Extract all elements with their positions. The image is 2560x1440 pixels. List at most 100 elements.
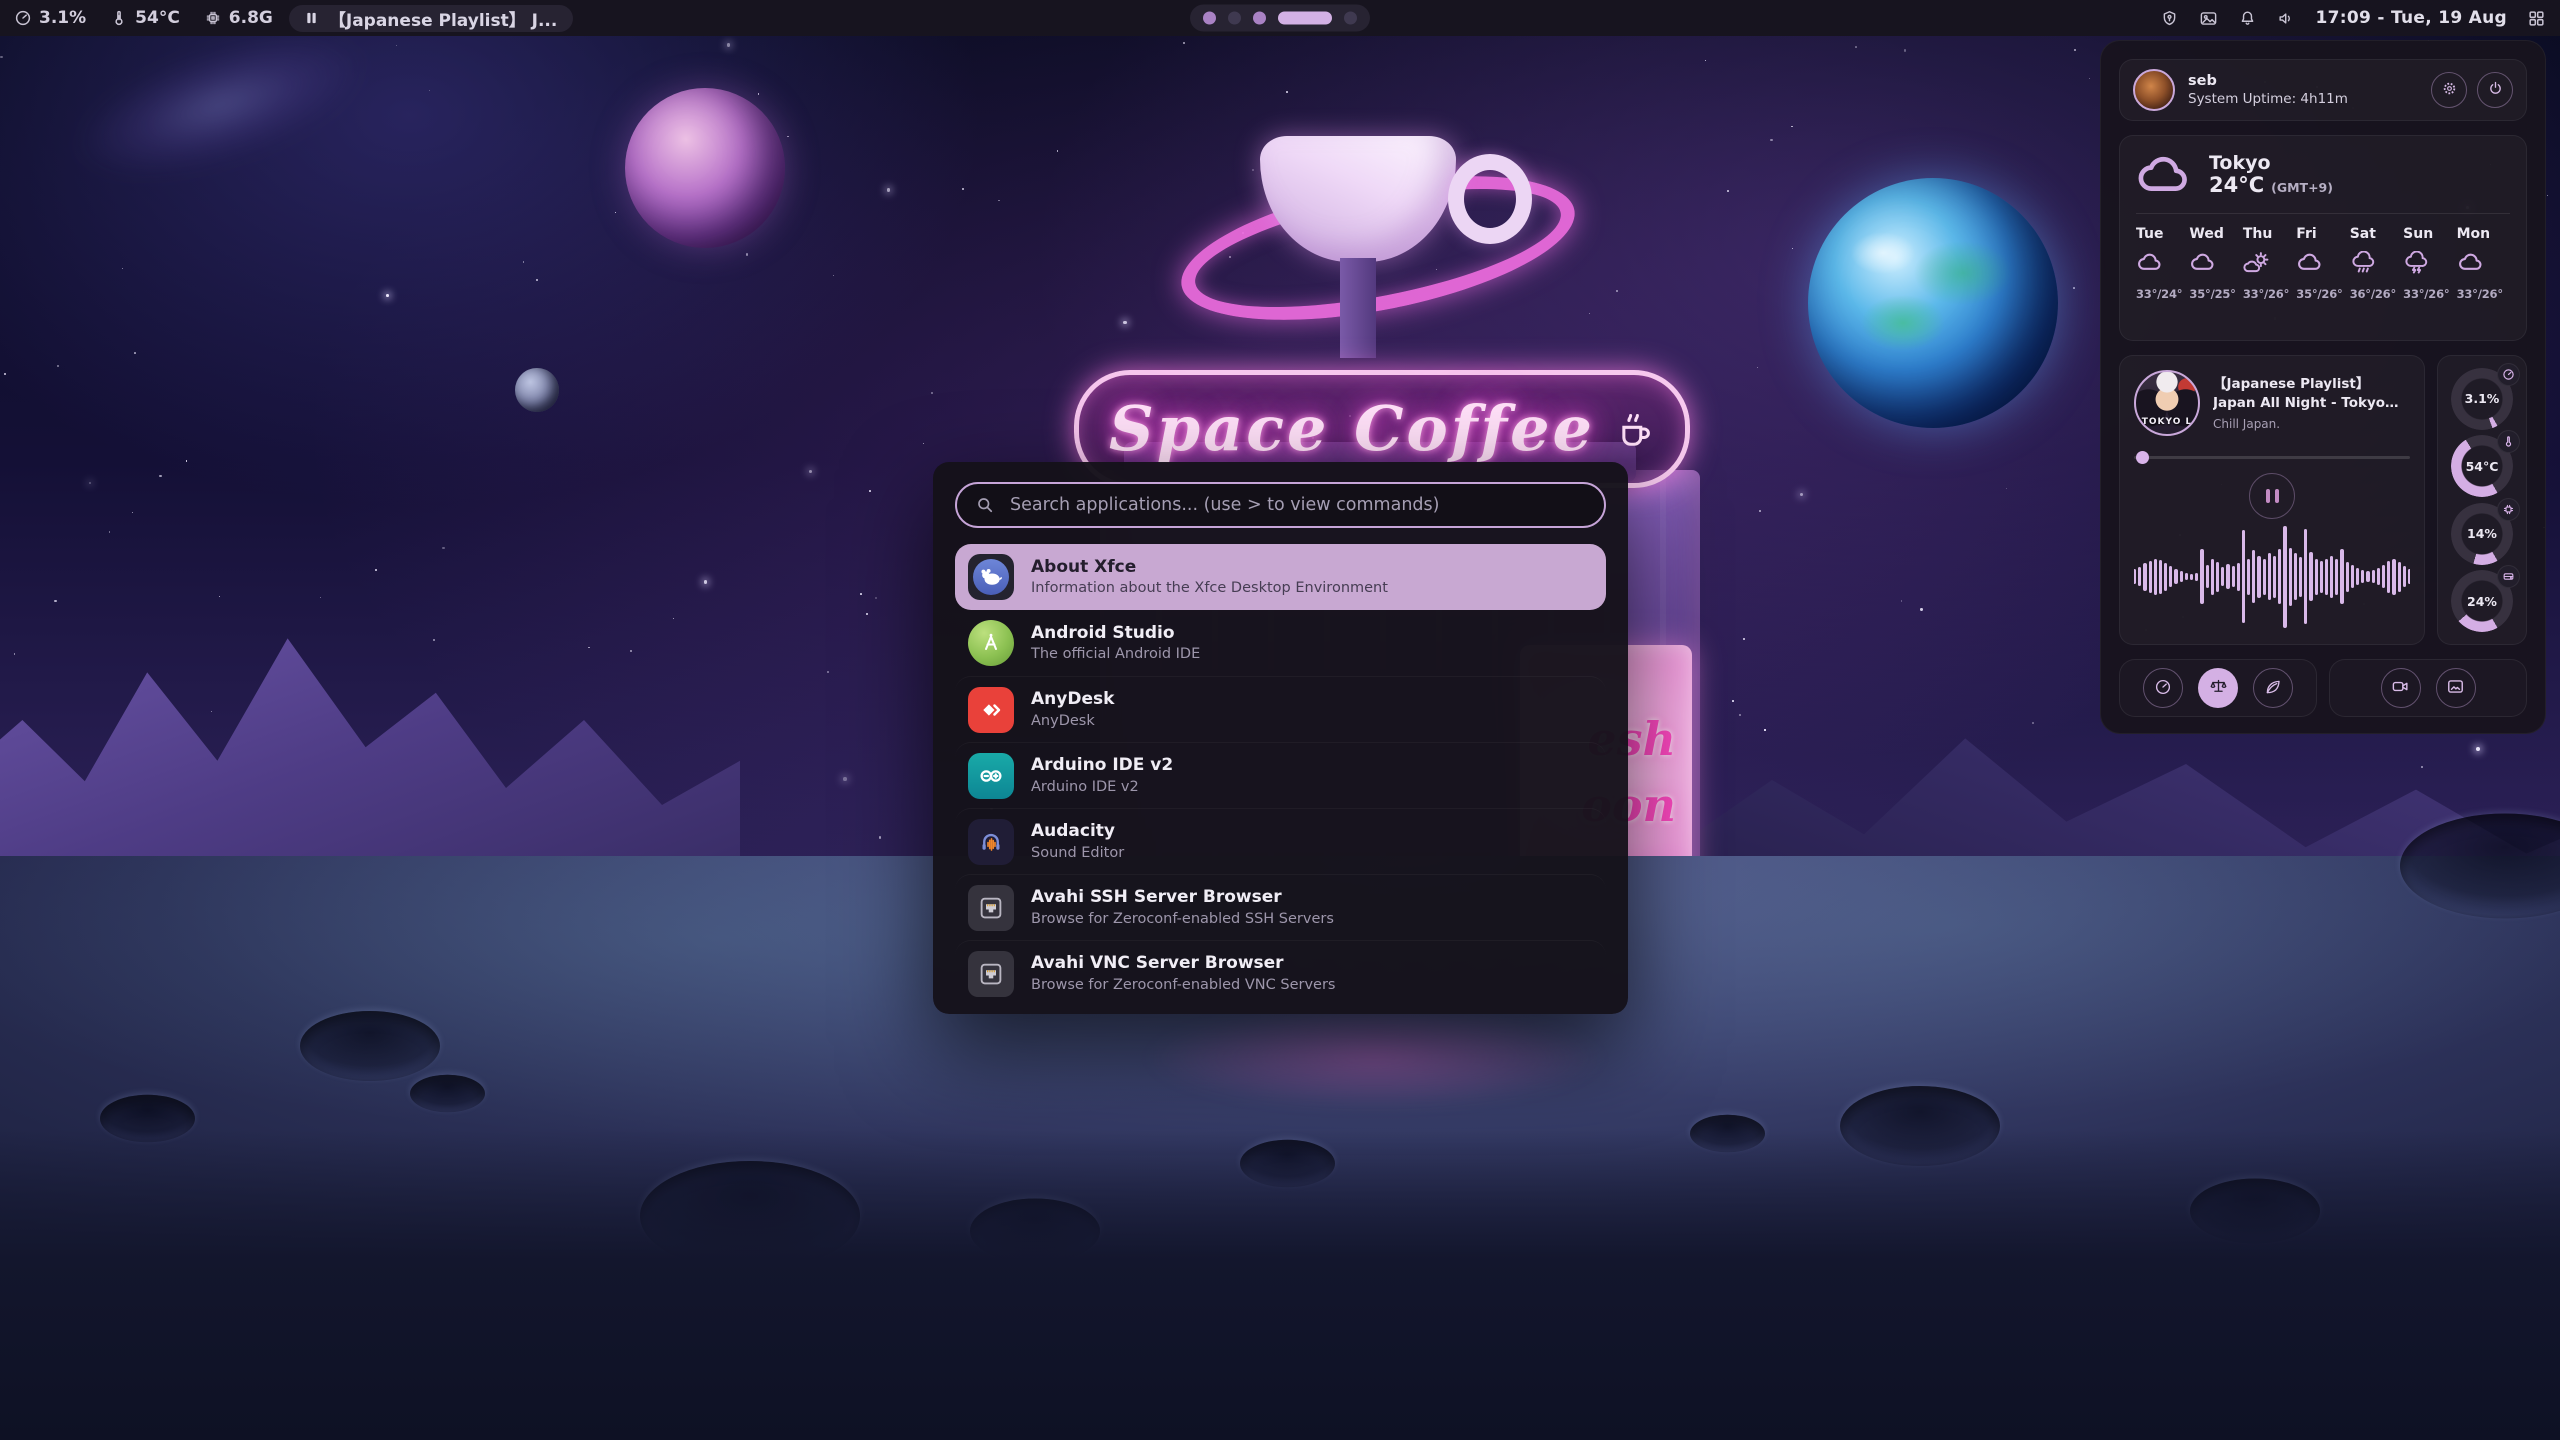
cloud-icon: [2136, 150, 2194, 200]
weather-forecast: Tue 33°/24° Wed 35°/25° Thu 33°/26° Fri: [2136, 226, 2510, 301]
capture-group: [2329, 659, 2527, 717]
app-row-arduino-ide[interactable]: Arduino IDE v2 Arduino IDE v2: [955, 742, 1606, 808]
app-grid-icon[interactable]: [2527, 9, 2546, 28]
coffee-cup-handle: [1448, 154, 1532, 244]
thermometer-icon: [2497, 430, 2520, 453]
workspace-dot-occupied[interactable]: [1203, 12, 1216, 25]
app-row-audacity[interactable]: Audacity Sound Editor: [955, 808, 1606, 874]
workspace-dot-empty[interactable]: [1344, 12, 1357, 25]
profile-performance-button[interactable]: [2143, 668, 2183, 708]
android-studio-icon: [968, 620, 1014, 666]
avatar[interactable]: [2133, 69, 2175, 111]
desktop: Space Coffee esh oon ans: [0, 0, 2560, 1440]
system-uptime: System Uptime: 4h11m: [2188, 91, 2348, 107]
forecast-day: Thu 33°/26°: [2243, 226, 2296, 301]
search-box[interactable]: [955, 482, 1606, 528]
system-gauges: 3.1% 54°C 14%: [2437, 355, 2527, 645]
gauge-disk: 24%: [2451, 570, 2513, 632]
gauge-icon: [2497, 363, 2520, 386]
forecast-day: Sat 36°/26°: [2350, 226, 2403, 301]
profile-balanced-button[interactable]: [2198, 668, 2238, 708]
thermometer-icon: [110, 9, 128, 27]
chip-icon: [2497, 498, 2520, 521]
seek-knob[interactable]: [2136, 451, 2149, 464]
temperature-stat[interactable]: 54°C: [110, 8, 180, 28]
media-player-widget: TOKYO L 【Japanese Playlist】 Japan All Ni…: [2119, 355, 2425, 645]
now-playing-pill[interactable]: 【Japanese Playlist】 J...: [289, 5, 573, 32]
app-name: Android Studio: [1031, 623, 1200, 643]
weather-timezone: (GMT+9): [2271, 180, 2333, 195]
app-row-avahi-vnc[interactable]: Avahi VNC Server Browser Browse for Zero…: [955, 940, 1606, 1006]
app-description: Browse for Zeroconf-enabled VNC Servers: [1031, 977, 1335, 994]
foreground-shadow: [0, 1130, 2560, 1440]
workspace-indicator-wrap: [1190, 5, 1370, 32]
volume-icon[interactable]: [2277, 9, 2296, 28]
user-card: seb System Uptime: 4h11m: [2119, 59, 2527, 121]
neon-cup-icon: [1613, 407, 1655, 451]
memory-value: 6.8G: [229, 8, 273, 28]
vpn-icon[interactable]: [2160, 9, 2179, 28]
cpu-usage-stat[interactable]: 3.1%: [14, 8, 86, 28]
app-description: The official Android IDE: [1031, 646, 1200, 663]
pause-icon: [305, 11, 318, 25]
ethernet-icon: [968, 951, 1014, 997]
notifications-bell-icon[interactable]: [2238, 9, 2257, 28]
settings-button[interactable]: [2431, 72, 2467, 108]
power-profile-group: [2119, 659, 2317, 717]
anydesk-icon: [968, 687, 1014, 733]
app-row-about-xfce[interactable]: About Xfce Information about the Xfce De…: [955, 544, 1606, 610]
app-row-avahi-ssh[interactable]: Avahi SSH Server Browser Browse for Zero…: [955, 874, 1606, 940]
workspace-dot-empty[interactable]: [1228, 12, 1241, 25]
username: seb: [2188, 73, 2348, 89]
xfce-icon: [968, 554, 1014, 600]
app-row-android-studio[interactable]: Android Studio The official Android IDE: [955, 610, 1606, 676]
chip-icon: [204, 9, 222, 27]
cloud-icon: [2296, 251, 2326, 278]
temperature-value: 54°C: [135, 8, 180, 28]
app-description: Information about the Xfce Desktop Envir…: [1031, 580, 1388, 597]
scales-icon: [2209, 677, 2228, 699]
search-input[interactable]: [1008, 494, 1586, 516]
power-button[interactable]: [2477, 72, 2513, 108]
album-art-text: TOKYO L: [2136, 417, 2198, 427]
forecast-day: Sun 33°/26°: [2403, 226, 2456, 301]
seek-bar[interactable]: [2134, 451, 2410, 464]
music-waveform: [2134, 523, 2410, 630]
ethernet-icon: [968, 885, 1014, 931]
now-playing-text: 【Japanese Playlist】 J...: [329, 6, 557, 31]
forecast-day: Tue 33°/24°: [2136, 226, 2189, 301]
search-icon: [975, 495, 995, 515]
app-name: Avahi VNC Server Browser: [1031, 953, 1335, 973]
app-name: Avahi SSH Server Browser: [1031, 887, 1334, 907]
track-artist: Chill Japan.: [2213, 417, 2410, 431]
leaf-icon: [2264, 678, 2282, 699]
clock[interactable]: 17:09 - Tue, 19 Aug: [2316, 8, 2507, 28]
cup-stand: [1340, 258, 1376, 358]
cloud-icon: [2189, 251, 2219, 278]
workspace-dot-occupied[interactable]: [1253, 12, 1266, 25]
profile-powersave-button[interactable]: [2253, 668, 2293, 708]
storm-icon: [2403, 251, 2433, 278]
screenshot-icon: [2446, 677, 2465, 699]
gear-icon: [2441, 80, 2458, 100]
audacity-icon: [968, 819, 1014, 865]
seek-track[interactable]: [2134, 456, 2410, 459]
pause-icon: [2266, 489, 2270, 503]
forecast-day: Mon 33°/26°: [2457, 226, 2510, 301]
app-name: AnyDesk: [1031, 689, 1114, 709]
wallpaper-icon[interactable]: [2199, 9, 2218, 28]
topbar-tray: 17:09 - Tue, 19 Aug: [2160, 8, 2546, 28]
app-row-anydesk[interactable]: AnyDesk AnyDesk: [955, 676, 1606, 742]
wallpaper-purple-planet: [625, 88, 785, 248]
workspace-indicator: [1190, 5, 1370, 32]
workspace-dot-active[interactable]: [1278, 12, 1332, 25]
memory-stat[interactable]: 6.8G: [204, 8, 273, 28]
screenshot-button[interactable]: [2436, 668, 2476, 708]
app-launcher: About Xfce Information about the Xfce De…: [933, 462, 1628, 1014]
screen-record-button[interactable]: [2381, 668, 2421, 708]
power-icon: [2487, 80, 2504, 100]
app-description: Arduino IDE v2: [1031, 779, 1173, 796]
cloud-icon: [2136, 251, 2166, 278]
partly-sunny-icon: [2243, 251, 2273, 278]
play-pause-button[interactable]: [2249, 473, 2295, 519]
